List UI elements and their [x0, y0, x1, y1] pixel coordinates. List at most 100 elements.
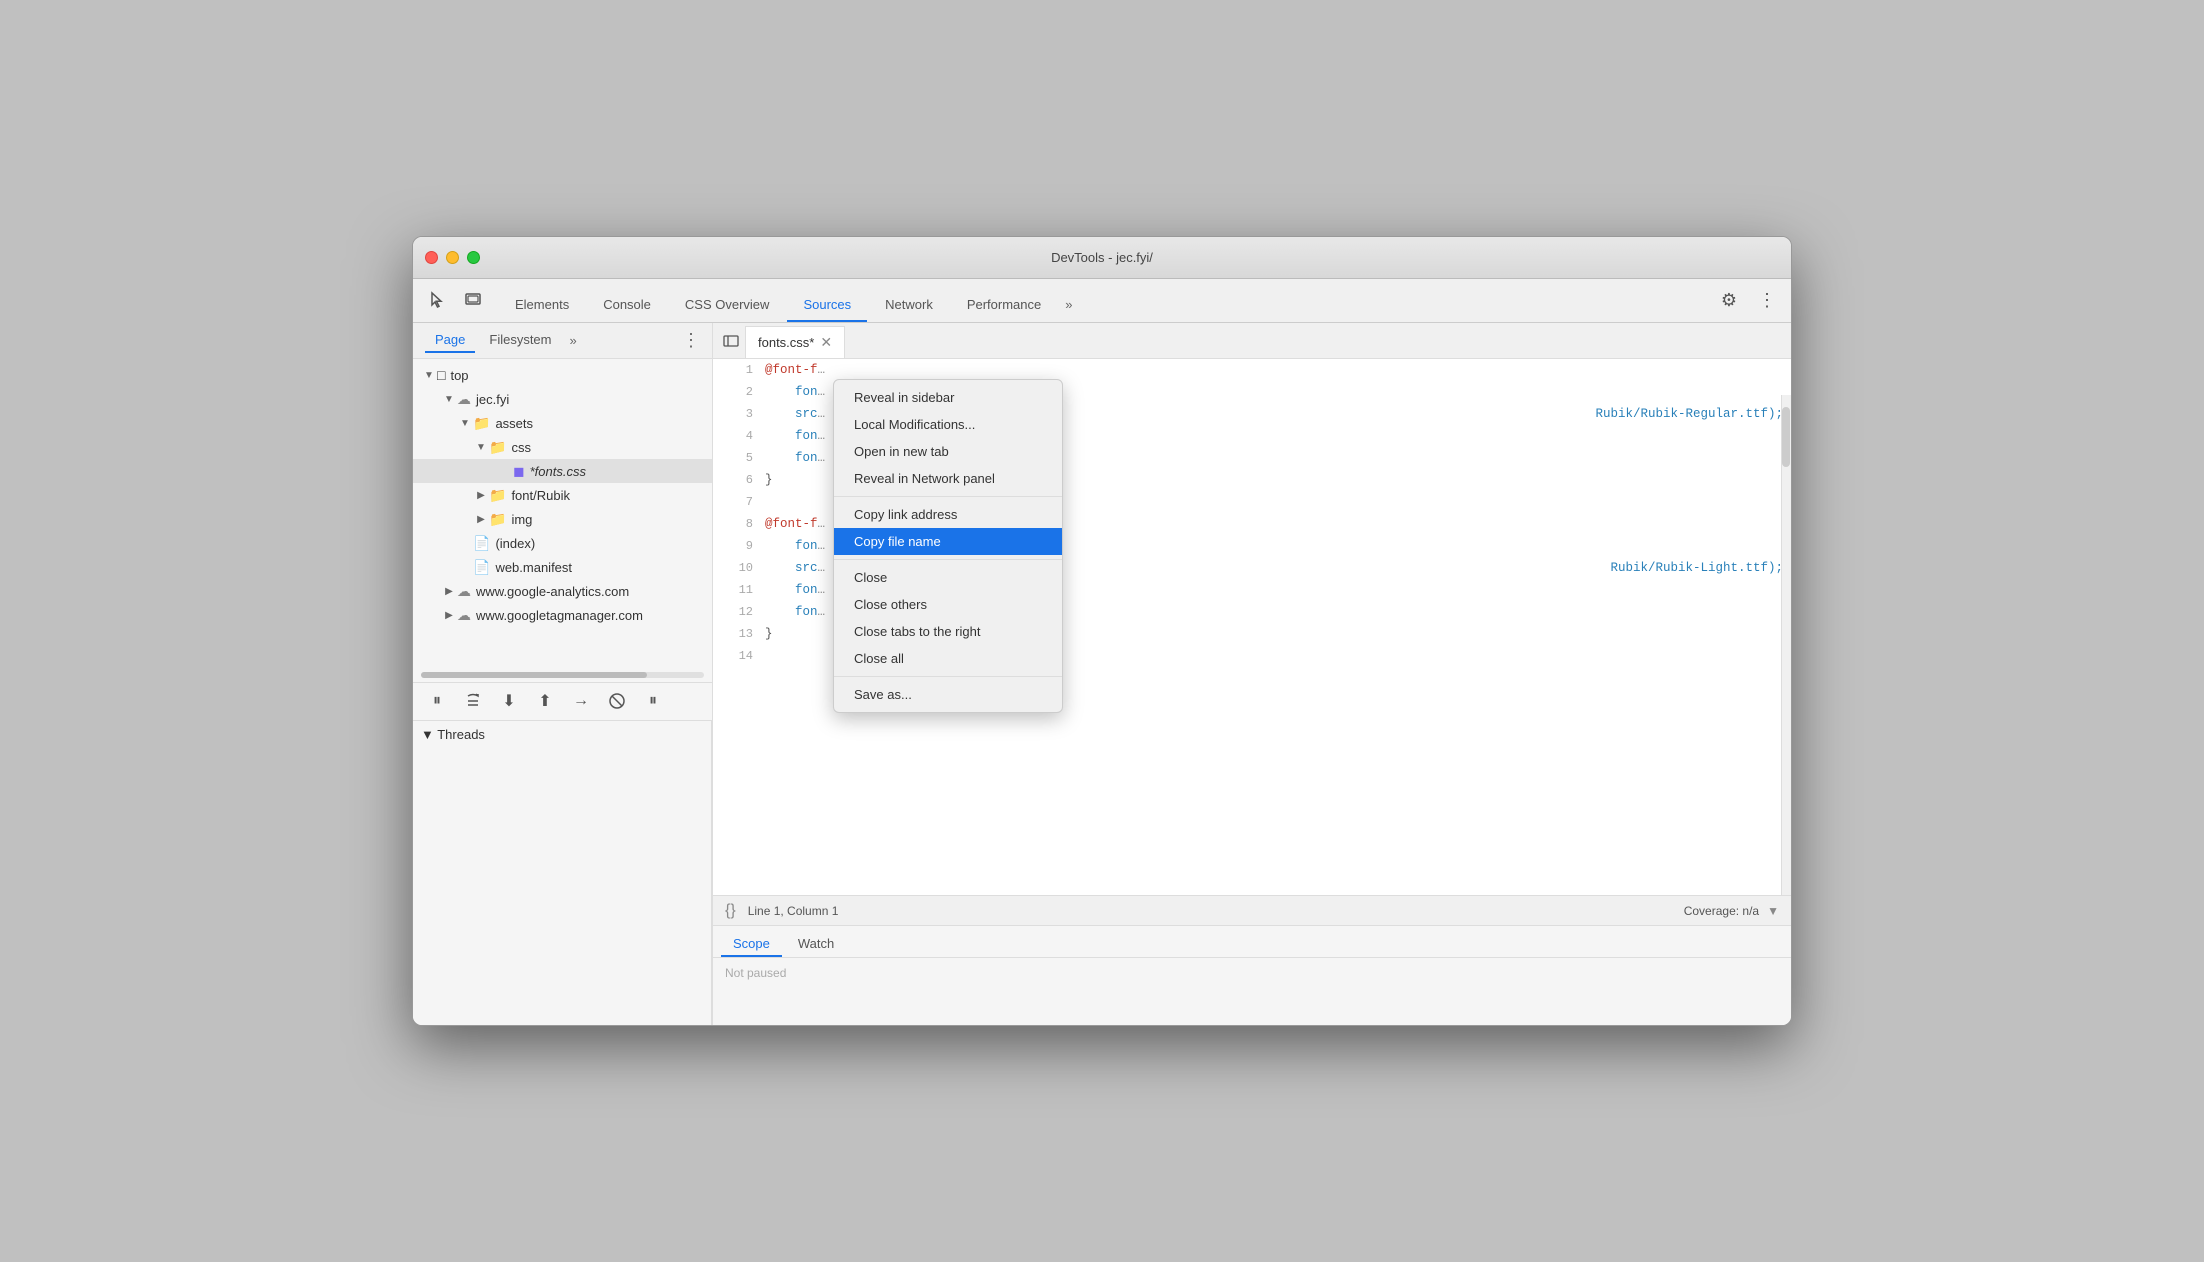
expand-arrow-top: ▼ [421, 367, 437, 383]
editor-panel: fonts.css* ✕ 1 @font-f… 2 fon… [713, 323, 1791, 1025]
tree-label-google-analytics: www.google-analytics.com [476, 584, 629, 599]
deactivate-breakpoints-button[interactable] [605, 689, 629, 713]
status-bar: {} Line 1, Column 1 Coverage: n/a ▼ [713, 895, 1791, 925]
ctx-reveal-network[interactable]: Reveal in Network panel [834, 465, 1062, 492]
coverage-dropdown-icon[interactable]: ▼ [1767, 904, 1779, 918]
devtools-window: DevTools - jec.fyi/ Elements Console CSS [412, 236, 1792, 1026]
settings-icon[interactable]: ⚙ [1715, 286, 1743, 314]
step-into-button[interactable]: ⬇ [497, 689, 521, 713]
line-num-13: 13 [721, 623, 753, 645]
tab-performance[interactable]: Performance [951, 289, 1057, 322]
coverage-label: Coverage: n/a [1684, 904, 1759, 918]
pause-button[interactable]: ⏸ [425, 689, 449, 713]
format-icon[interactable]: {} [725, 902, 736, 920]
file-icon-webmanifest: 📄 [473, 559, 490, 576]
sidebar-kebab-menu[interactable]: ⋮ [682, 330, 700, 351]
tree-label-googletagmanager: www.googletagmanager.com [476, 608, 643, 623]
expand-arrow-googletagmanager: ▶ [441, 607, 457, 623]
tab-network[interactable]: Network [869, 289, 949, 322]
tree-item-fontscss[interactable]: ◼ *fonts.css [413, 459, 712, 483]
scope-watch-panel: Scope Watch Not paused [713, 926, 1791, 1025]
tab-css-overview[interactable]: CSS Overview [669, 289, 786, 322]
pause-on-exception-button[interactable]: ⏸ [641, 689, 665, 713]
scope-content: Not paused [713, 958, 1791, 988]
tree-label-top: top [450, 368, 468, 383]
expand-arrow-assets: ▼ [457, 415, 473, 431]
tabbar-right-icons: ⚙ ⋮ [1715, 286, 1781, 322]
tree-item-top[interactable]: ▼ □ top [413, 363, 712, 387]
line-num-3: 3 [721, 403, 753, 425]
tree-item-assets[interactable]: ▼ 📁 assets [413, 411, 712, 435]
sidebar-toggle-icon[interactable] [717, 327, 745, 355]
line-num-4: 4 [721, 425, 753, 447]
sidebar-tab-page[interactable]: Page [425, 328, 475, 353]
tree-item-webmanifest[interactable]: 📄 web.manifest [413, 555, 712, 579]
tree-item-googletagmanager[interactable]: ▶ ☁ www.googletagmanager.com [413, 603, 712, 627]
line-extra-3: Rubik/Rubik-Regular.ttf); [1595, 403, 1783, 425]
ctx-open-new-tab[interactable]: Open in new tab [834, 438, 1062, 465]
tree-item-css[interactable]: ▼ 📁 css [413, 435, 712, 459]
scrollbar-thumb[interactable] [1782, 407, 1790, 467]
cursor-icon[interactable] [423, 286, 451, 314]
ctx-close-all[interactable]: Close all [834, 645, 1062, 672]
tree-label-fontscss: *fonts.css [530, 464, 586, 479]
line-num-2: 2 [721, 381, 753, 403]
debugger-toolbar: ⏸ ⬇ ⬆ → ⏸ [413, 682, 712, 720]
ctx-save-as[interactable]: Save as... [834, 681, 1062, 708]
tree-item-jecfyi[interactable]: ▼ ☁ jec.fyi [413, 387, 712, 411]
tree-label-img: img [511, 512, 532, 527]
step-out-button[interactable]: ⬆ [533, 689, 557, 713]
file-tab-fontscss[interactable]: fonts.css* ✕ [745, 326, 845, 358]
ctx-reveal-sidebar[interactable]: Reveal in sidebar [834, 384, 1062, 411]
ctx-separator-2 [834, 559, 1062, 560]
tabbar-left-icons [423, 286, 487, 322]
ctx-close-others[interactable]: Close others [834, 591, 1062, 618]
maximize-button[interactable] [467, 251, 480, 264]
tree-label-css: css [511, 440, 531, 455]
more-tabs-button[interactable]: » [1059, 289, 1078, 322]
line-num-9: 9 [721, 535, 753, 557]
file-icon-index: 📄 [473, 535, 490, 552]
line-content-1: @font-f… [765, 359, 1783, 381]
line-num-8: 8 [721, 513, 753, 535]
scrollbar-track[interactable] [1781, 395, 1791, 895]
ctx-close-tabs-right[interactable]: Close tabs to the right [834, 618, 1062, 645]
code-line-1: 1 @font-f… [713, 359, 1791, 381]
step-button[interactable]: → [569, 689, 593, 713]
menu-icon[interactable]: ⋮ [1753, 286, 1781, 314]
layers-icon[interactable] [459, 286, 487, 314]
line-num-14: 14 [721, 645, 753, 667]
page-icon: □ [437, 367, 445, 383]
ctx-local-modifications[interactable]: Local Modifications... [834, 411, 1062, 438]
ctx-close[interactable]: Close [834, 564, 1062, 591]
file-tab-close-icon[interactable]: ✕ [820, 334, 832, 351]
sidebar-tab-filesystem[interactable]: Filesystem [479, 328, 561, 353]
bottom-panel: Scope Watch Not paused [713, 925, 1791, 1025]
line-num-1: 1 [721, 359, 753, 381]
sidebar-more-button[interactable]: » [566, 329, 581, 352]
tree-item-index[interactable]: 📄 (index) [413, 531, 712, 555]
close-button[interactable] [425, 251, 438, 264]
main-content: Page Filesystem » ⋮ ▼ □ top [413, 323, 1791, 1025]
folder-icon-fontrubik: 📁 [489, 487, 506, 504]
tab-elements[interactable]: Elements [499, 289, 585, 322]
sidebar-tab-bar: Page Filesystem » ⋮ [413, 323, 712, 359]
minimize-button[interactable] [446, 251, 459, 264]
folder-icon-img: 📁 [489, 511, 506, 528]
ctx-separator-3 [834, 676, 1062, 677]
tab-console[interactable]: Console [587, 289, 667, 322]
tab-watch[interactable]: Watch [786, 932, 846, 957]
file-tab-label: fonts.css* [758, 335, 814, 350]
tree-label-webmanifest: web.manifest [495, 560, 572, 575]
step-over-button[interactable] [461, 689, 485, 713]
tree-item-fontrubik[interactable]: ▶ 📁 font/Rubik [413, 483, 712, 507]
cloud-icon-googletagmanager: ☁ [457, 607, 471, 624]
ctx-copy-file-name[interactable]: Copy file name [834, 528, 1062, 555]
expand-arrow-webmanifest [457, 559, 473, 575]
tree-label-assets: assets [495, 416, 533, 431]
tab-sources[interactable]: Sources [787, 289, 867, 322]
ctx-copy-link-address[interactable]: Copy link address [834, 501, 1062, 528]
tree-item-img[interactable]: ▶ 📁 img [413, 507, 712, 531]
tab-scope[interactable]: Scope [721, 932, 782, 957]
tree-item-google-analytics[interactable]: ▶ ☁ www.google-analytics.com [413, 579, 712, 603]
